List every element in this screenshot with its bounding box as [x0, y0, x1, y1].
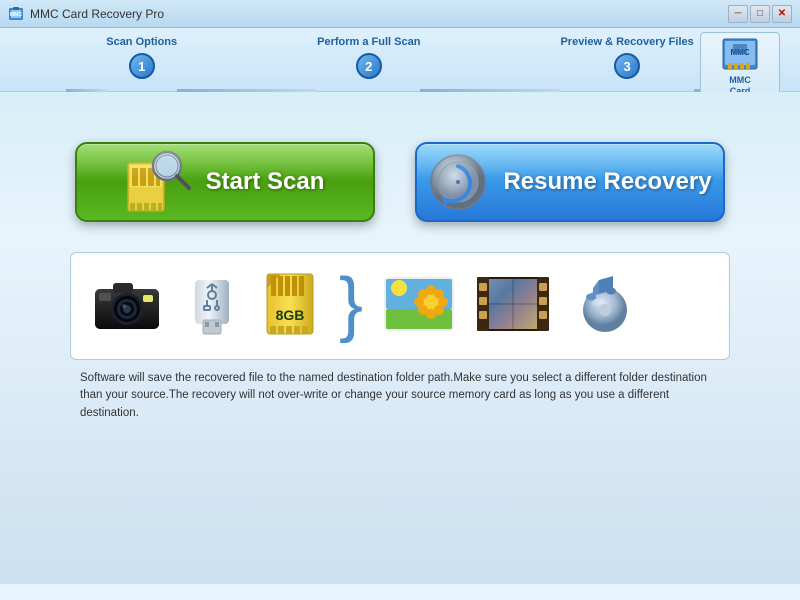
photo-icon — [383, 274, 455, 339]
titlebar: MMC MMC Card Recovery Pro ─ □ ✕ — [0, 0, 800, 28]
logo-text-line1: MMC — [729, 75, 751, 86]
start-scan-label: Start Scan — [206, 168, 325, 196]
step-2-label: Perform a Full Scan — [317, 36, 420, 48]
window-title: MMC Card Recovery Pro — [30, 7, 164, 21]
music-icon — [571, 272, 639, 341]
step-3-circle: 3 — [614, 53, 640, 79]
svg-text:8GB: 8GB — [276, 307, 305, 323]
photo-svg — [383, 274, 455, 334]
step-1-circle: 1 — [129, 53, 155, 79]
close-button[interactable]: ✕ — [772, 5, 792, 23]
resume-recovery-button[interactable]: Resume Recovery — [415, 142, 725, 222]
bracket-separator: } — [339, 268, 363, 344]
recovery-icon-svg — [428, 152, 488, 212]
svg-text:MMC: MMC — [10, 12, 22, 18]
start-scan-button[interactable]: Start Scan — [75, 142, 375, 222]
magnifier-icon — [149, 148, 191, 190]
film-icon — [475, 273, 551, 340]
music-svg — [571, 272, 639, 336]
recovery-icon — [428, 152, 488, 212]
step-1-label: Scan Options — [106, 36, 177, 48]
steps-bar: Scan Options 1 Perform a Full Scan 2 Pre… — [0, 28, 800, 92]
scan-icon — [126, 148, 191, 216]
app-icon: MMC — [8, 6, 24, 22]
sd-card-svg: 8GB — [261, 270, 319, 338]
step-3: Preview & Recovery Files 3 — [560, 36, 693, 79]
camera-svg — [91, 275, 163, 333]
main-content: Start Scan — [0, 92, 800, 584]
step-1: Scan Options 1 — [106, 36, 177, 79]
buttons-row: Start Scan — [60, 142, 740, 222]
bottom-description: Software will save the recovered file to… — [80, 370, 720, 422]
logo-icon: MMC — [715, 37, 765, 75]
step-2: Perform a Full Scan 2 — [317, 36, 420, 79]
window-controls[interactable]: ─ □ ✕ — [728, 5, 792, 23]
icons-strip: 8GB } — [70, 252, 730, 360]
camera-icon — [91, 275, 163, 338]
minimize-button[interactable]: ─ — [728, 5, 748, 23]
steps-wrapper: Scan Options 1 Perform a Full Scan 2 Pre… — [20, 36, 780, 79]
film-svg — [475, 273, 551, 335]
maximize-button[interactable]: □ — [750, 5, 770, 23]
titlebar-left: MMC MMC Card Recovery Pro — [8, 6, 164, 22]
step-3-label: Preview & Recovery Files — [560, 36, 693, 48]
step-2-circle: 2 — [356, 53, 382, 79]
sd-card-icon: 8GB — [261, 270, 319, 343]
usb-svg — [183, 270, 241, 338]
resume-recovery-label: Resume Recovery — [503, 168, 711, 196]
usb-drive-icon — [183, 270, 241, 343]
